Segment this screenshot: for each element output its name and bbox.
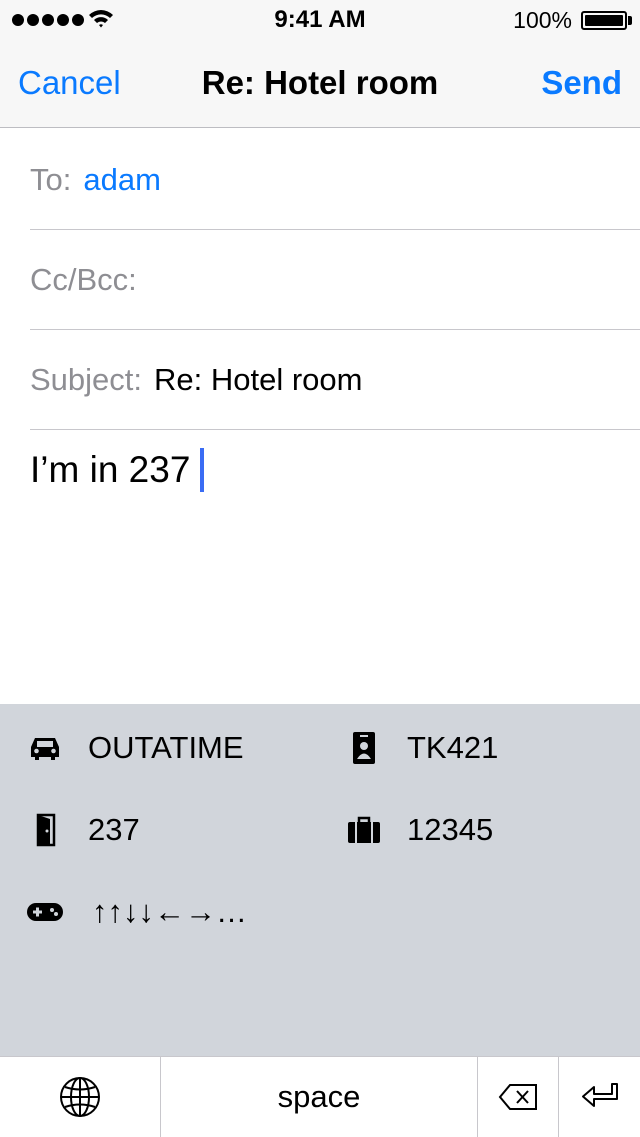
gamepad-icon	[26, 895, 64, 929]
car-icon	[28, 731, 62, 765]
suitcase-icon	[347, 813, 381, 847]
text-cursor	[200, 448, 205, 492]
keyboard-bottom-bar: space	[0, 1056, 640, 1137]
to-field[interactable]: To: adam	[30, 130, 640, 230]
subject-value[interactable]: Re: Hotel room	[154, 362, 362, 398]
suggestion-room[interactable]: 237	[28, 812, 140, 848]
delete-key[interactable]	[478, 1057, 558, 1137]
ccbcc-label: Cc/Bcc:	[30, 261, 137, 297]
globe-icon	[60, 1077, 100, 1117]
globe-key[interactable]	[0, 1057, 160, 1137]
suggestion-label: TK421	[407, 730, 499, 765]
suggestion-luggage[interactable]: 12345	[347, 812, 493, 848]
suggestion-cheat-code[interactable]: ↑↑↓↓←→…	[26, 894, 247, 930]
backspace-icon	[498, 1084, 537, 1110]
id-badge-icon	[347, 731, 381, 765]
message-body-text: I’m in 237	[30, 449, 191, 490]
space-key[interactable]: space	[161, 1057, 477, 1137]
door-icon	[28, 813, 62, 847]
suggestion-label: ↑↑↓↓←→…	[92, 894, 247, 929]
suggestion-label: 12345	[407, 812, 494, 847]
suggestion-license-plate[interactable]: OUTATIME	[28, 730, 244, 766]
status-bar: 9:41 AM 100%	[0, 0, 640, 40]
suggestion-id[interactable]: TK421	[347, 730, 498, 766]
space-label: space	[277, 1079, 361, 1114]
suggestion-label: OUTATIME	[88, 730, 244, 765]
message-body[interactable]: I’m in 237	[30, 448, 205, 492]
subject-field[interactable]: Subject: Re: Hotel room	[30, 330, 640, 430]
ccbcc-field[interactable]: Cc/Bcc:	[30, 230, 640, 330]
nav-bar: Cancel Re: Hotel room Send	[0, 40, 640, 128]
battery-tip	[628, 16, 632, 25]
subject-label: Subject:	[30, 361, 143, 397]
return-key[interactable]	[559, 1057, 640, 1137]
send-button[interactable]: Send	[541, 64, 622, 102]
to-label: To:	[30, 161, 72, 197]
battery-icon	[581, 11, 627, 30]
suggestion-label: 237	[88, 812, 140, 847]
recipient-token[interactable]: adam	[83, 162, 161, 198]
return-icon	[581, 1083, 618, 1107]
battery-percent: 100%	[513, 7, 572, 33]
